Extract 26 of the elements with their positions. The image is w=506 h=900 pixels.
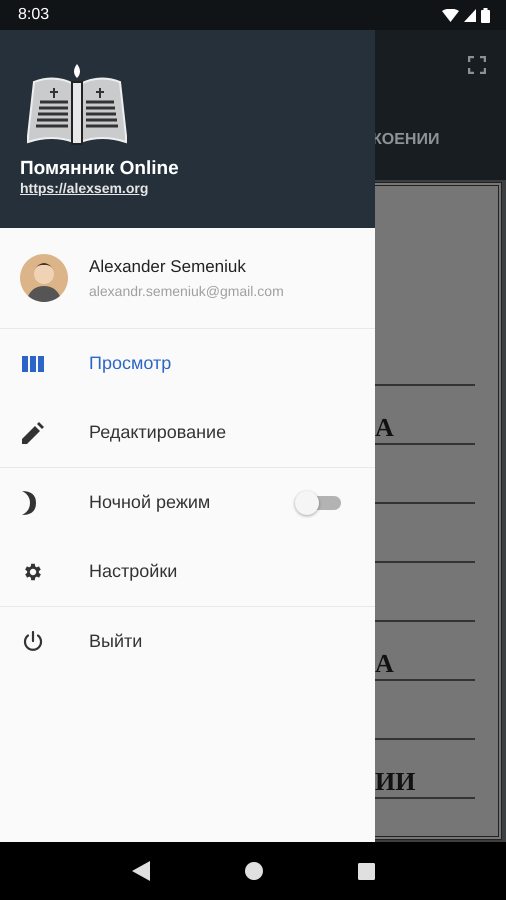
power-icon xyxy=(22,630,44,652)
fullscreen-icon[interactable] xyxy=(468,56,486,74)
signal-icon xyxy=(464,8,476,22)
name-fragment: ИИ xyxy=(375,769,416,797)
name-fragment: А xyxy=(375,651,394,679)
home-icon[interactable] xyxy=(244,862,262,880)
menu-item[interactable]: Редактирование xyxy=(0,398,375,467)
wifi-icon xyxy=(442,8,459,22)
pencil-icon xyxy=(22,422,44,444)
menu-item[interactable]: Просмотр xyxy=(0,329,375,398)
menu-item[interactable]: Ночной режим xyxy=(0,468,375,537)
status-time: 8:03 xyxy=(18,6,50,24)
columns-icon xyxy=(22,356,44,372)
name-fragment: А xyxy=(375,415,394,443)
back-icon[interactable] xyxy=(132,861,150,881)
night-mode-switch[interactable] xyxy=(295,490,341,514)
account-name: Alexander Semeniuk xyxy=(89,257,247,277)
app-title: Помянник Online xyxy=(20,158,180,180)
menu-item[interactable]: Настройки xyxy=(0,537,375,606)
menu-item[interactable]: Выйти xyxy=(0,607,375,676)
website-link[interactable]: https://alexsem.org xyxy=(20,180,148,196)
avatar[interactable] xyxy=(20,254,68,302)
account-email: alexandr.semeniuk@gmail.com xyxy=(89,283,284,299)
moon-icon xyxy=(22,490,36,514)
battery-icon xyxy=(481,8,490,22)
recents-icon[interactable] xyxy=(358,862,374,880)
